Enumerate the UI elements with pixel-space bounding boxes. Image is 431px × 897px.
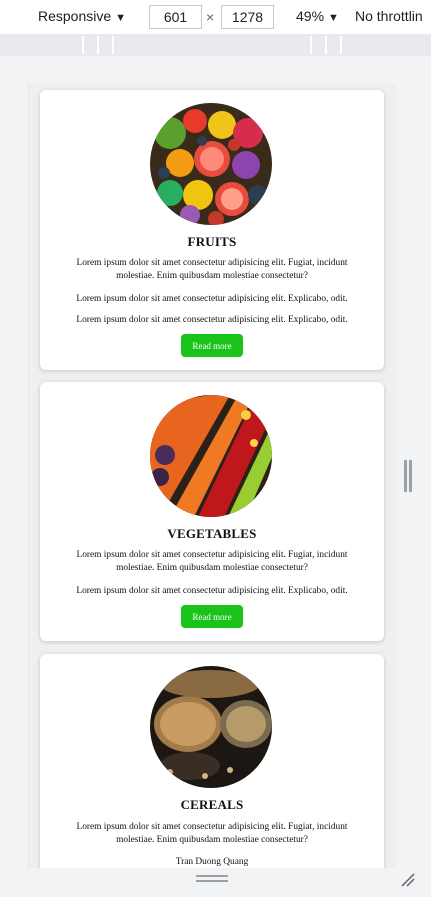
cereals-photo [150, 666, 272, 788]
media-query-bar[interactable] [0, 34, 431, 56]
card-title: VEGETABLES [167, 526, 257, 541]
viewport-height-input[interactable]: 1278 [221, 5, 274, 29]
grip-icon [409, 460, 412, 492]
cereals-image [150, 666, 272, 788]
vegetables-photo [150, 395, 272, 517]
card-cereals: CEREALS Lorem ipsum dolor sit amet conse… [40, 654, 384, 868]
page-content: FRUITS Lorem ipsum dolor sit amet consec… [29, 84, 396, 868]
fruits-image [150, 103, 272, 225]
card-paragraph: Lorem ipsum dolor sit amet consectetur a… [76, 294, 348, 304]
card-paragraph: Lorem ipsum dolor sit amet consectetur a… [76, 586, 348, 596]
resize-corner-icon[interactable] [398, 870, 418, 890]
caret-down-icon: ▼ [328, 12, 339, 24]
throttling-selector[interactable]: No throttlin [355, 8, 423, 24]
devtools-toolbar: Responsive ▼ 601 × 1278 49% ▼ No throttlin [0, 0, 431, 34]
card-title: FRUITS [187, 234, 237, 249]
vegetables-image [150, 395, 272, 517]
card-vegetables: VEGETABLES Lorem ipsum dolor sit amet co… [40, 382, 384, 641]
viewport-width-input[interactable]: 601 [149, 5, 202, 29]
grip-icon [196, 880, 228, 882]
grip-icon [196, 875, 228, 877]
grip-icon [404, 460, 407, 492]
zoom-label: 49% [296, 8, 325, 24]
zoom-selector[interactable]: 49% ▼ [296, 8, 339, 24]
viewport-resize-handle-right[interactable] [396, 84, 420, 868]
card-paragraph: Lorem ipsum dolor sit amet consectetur a… [76, 822, 348, 845]
viewport-resize-handle-bottom[interactable] [28, 868, 396, 892]
caret-down-icon: ▼ [115, 12, 127, 24]
card-paragraph: Lorem ipsum dolor sit amet consectetur a… [76, 258, 348, 281]
read-more-button[interactable]: Read more [181, 605, 243, 628]
device-selector[interactable]: Responsive ▼ [38, 8, 126, 24]
emulated-viewport[interactable]: FRUITS Lorem ipsum dolor sit amet consec… [28, 84, 396, 868]
device-label: Responsive [38, 8, 112, 24]
footer-author: Tran Duong Quang [175, 857, 249, 867]
fruits-photo [150, 103, 272, 225]
card-fruits: FRUITS Lorem ipsum dolor sit amet consec… [40, 90, 384, 370]
read-more-button[interactable]: Read more [181, 334, 243, 357]
dimension-separator: × [206, 9, 215, 25]
card-paragraph: Lorem ipsum dolor sit amet consectetur a… [76, 315, 348, 325]
card-title: CEREALS [180, 797, 244, 812]
card-paragraph: Lorem ipsum dolor sit amet consectetur a… [76, 550, 348, 573]
